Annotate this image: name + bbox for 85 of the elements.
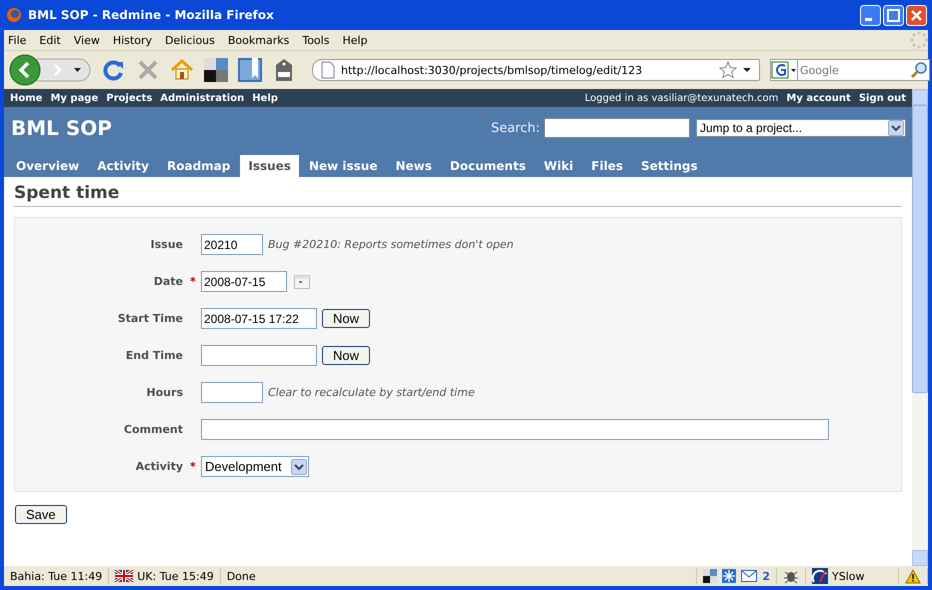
google-engine-icon[interactable] [770,59,797,81]
reload-icon[interactable] [102,58,126,82]
yslow-label[interactable]: YSlow [832,570,864,582]
dropdown-icon [888,120,904,136]
now-button[interactable]: Now [322,309,370,328]
field-note: Clear to recalculate by start/end time [268,386,475,399]
tab[interactable]: Overview [8,155,88,177]
tab[interactable]: Files [583,155,632,177]
checkered-icon[interactable] [204,58,228,82]
field-label: Comment [124,423,183,436]
now-button[interactable]: Now [322,346,370,365]
input-field[interactable] [201,382,263,403]
tab[interactable]: New issue [300,155,386,177]
menu-item[interactable]: View [74,34,100,46]
status-text: UK: Tue 15:49 [137,570,214,582]
top-menu-link[interactable]: Home [10,92,42,104]
save-button[interactable]: Save [15,505,67,524]
tab[interactable]: Documents [442,155,534,177]
field-label: Start Time [118,312,183,325]
menu-item[interactable]: Help [342,34,368,46]
menu-item[interactable]: Edit [39,34,61,46]
tab[interactable]: News [387,155,440,177]
tab[interactable]: Activity [89,155,157,177]
speedometer-icon[interactable] [812,568,828,584]
bookmark-icon[interactable] [238,58,262,82]
top-menu-link[interactable]: Administration [160,92,244,104]
flag-icon [115,570,134,582]
tab[interactable]: Issues [240,155,299,177]
checkered-icon[interactable] [703,569,718,583]
field-label: Date [154,275,183,288]
page-icon [321,61,335,79]
field-note: Bug #20210: Reports sometimes don't open [268,238,514,251]
top-menu-link[interactable]: Projects [106,92,152,104]
menu-item[interactable]: File [8,34,26,46]
warning-icon[interactable] [905,568,921,584]
top-menu-link[interactable]: Help [252,92,278,104]
tab[interactable]: Settings [633,155,706,177]
status-text: Bahia: Tue 11:49 [10,570,102,582]
logged-in-text: Logged in as vasiliar@texunatech.com [584,92,778,104]
tab[interactable]: Roadmap [159,155,238,177]
field-label: End Time [126,349,183,362]
maximize-icon[interactable] [883,4,904,26]
menu-item[interactable]: Bookmarks [228,34,290,46]
calendar-icon[interactable] [294,274,310,288]
home-icon[interactable] [170,58,194,82]
search-field[interactable] [544,118,690,138]
throbber-icon [910,31,928,49]
tab[interactable]: Wiki [536,155,582,177]
star-icon[interactable] [719,61,737,79]
top-menu-link[interactable]: My page [50,92,98,104]
required-mark: * [190,275,196,288]
close-icon[interactable] [906,4,927,26]
scrollbar[interactable] [912,89,928,566]
top-menu-link[interactable]: My account [786,92,851,104]
project-jump-select[interactable]: Jump to a project... [696,119,906,137]
page-heading: Spent time [14,183,902,207]
top-menu-link[interactable]: Sign out [858,92,906,104]
field-label: Hours [146,386,183,399]
dropdown-icon [291,458,307,474]
input-field[interactable] [201,419,829,440]
input-field[interactable] [201,345,317,366]
back-forward-icon[interactable] [8,53,92,87]
search-field[interactable]: Google [797,59,930,81]
input-field[interactable]: 2008-07-15 17:22 [201,308,317,329]
dropdown-icon[interactable] [743,67,751,73]
mail-count: 2 [762,570,770,582]
firefox-icon [6,7,22,23]
url-text: http://localhost:3030/projects/bmlsop/timelog/edit/123 [341,64,644,76]
address-bar[interactable]: http://localhost:3030/projects/bmlsop/timelog/edit/123 [312,59,760,81]
menu-item[interactable]: Tools [302,34,330,46]
snowflake-icon[interactable] [722,569,736,583]
field-label: Issue [150,238,183,251]
input-field[interactable]: 2008-07-15 [201,271,287,292]
activity-select[interactable]: Development [201,456,309,477]
menu-item[interactable]: Delicious [164,34,215,46]
mail-icon[interactable] [741,570,758,582]
input-field[interactable]: 20210 [201,234,263,255]
minimize-icon[interactable] [860,4,881,26]
required-mark: * [190,460,196,473]
search-label: Search: [490,120,540,136]
window-title: BML SOP - Redmine - Mozilla Firefox [28,8,275,22]
field-label: Activity [136,460,183,473]
menu-item[interactable]: History [112,34,152,46]
status-text: Done [226,570,256,582]
project-title: BML SOP [11,116,112,140]
